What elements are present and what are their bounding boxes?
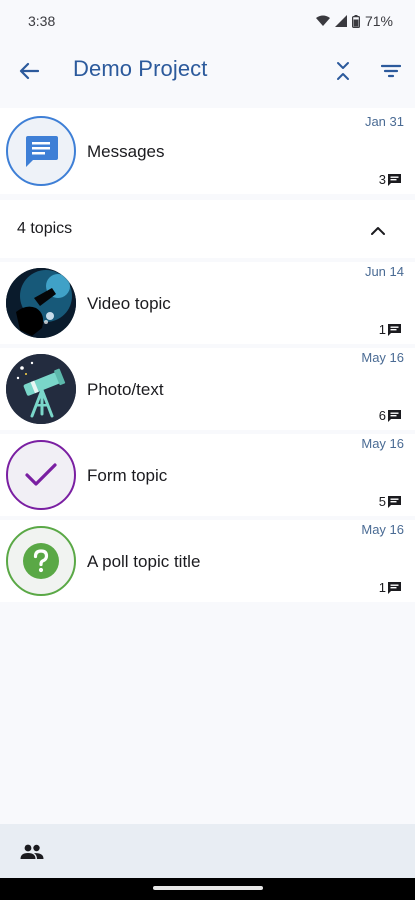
topic-date: May 16	[361, 522, 404, 537]
app-bar: Demo Project	[0, 42, 415, 100]
status-bar: 3:38 71%	[0, 0, 415, 42]
comment-count: 6	[378, 408, 386, 423]
collapse-all-button[interactable]	[328, 56, 358, 86]
page-title: Demo Project	[73, 56, 208, 81]
comment-icon	[388, 581, 401, 594]
status-icons: 71%	[315, 13, 393, 29]
messages-date: Jan 31	[364, 114, 404, 129]
home-gesture-handle[interactable]	[153, 886, 263, 890]
topic-comment-count: 5	[379, 494, 401, 509]
topic-comment-count: 1	[379, 580, 401, 595]
question-icon	[23, 543, 59, 579]
comment-icon	[388, 323, 401, 336]
comment-count: 3	[378, 172, 386, 187]
topics-count-label: 4 topics	[17, 220, 73, 237]
form-topic-avatar	[6, 440, 76, 510]
comment-count: 1	[378, 322, 386, 337]
messages-avatar	[6, 116, 76, 186]
topic-row[interactable]: Photo/text May 16 6	[0, 348, 415, 430]
messages-title: Messages	[87, 142, 165, 161]
telescope-icon	[6, 354, 76, 424]
topic-title: Photo/text	[87, 380, 164, 399]
topic-row[interactable]: A poll topic title May 16 1	[0, 520, 415, 602]
members-button[interactable]	[18, 838, 46, 866]
check-icon	[25, 463, 57, 486]
signal-icon	[334, 15, 347, 27]
messages-comment-count: 3	[379, 172, 401, 187]
filter-icon	[381, 64, 401, 78]
topic-date: May 16	[361, 350, 404, 365]
people-icon	[20, 844, 44, 859]
battery-icon	[351, 14, 360, 28]
status-time: 3:38	[28, 13, 56, 29]
comment-icon	[388, 495, 401, 508]
comment-icon	[388, 173, 401, 186]
topic-row[interactable]: Video topic Jun 14 1	[0, 262, 415, 344]
topic-title: A poll topic title	[87, 552, 201, 571]
wifi-icon	[315, 15, 330, 26]
chat-bubble-icon	[26, 136, 58, 167]
poll-topic-avatar	[6, 526, 76, 596]
video-topic-avatar	[6, 268, 76, 338]
topic-comment-count: 6	[379, 408, 401, 423]
comment-count: 5	[378, 494, 386, 509]
topics-section-header[interactable]: 4 topics	[0, 200, 415, 258]
back-button[interactable]	[14, 56, 44, 86]
topic-date: May 16	[361, 436, 404, 451]
filter-button[interactable]	[376, 56, 406, 86]
chevron-up-icon	[371, 226, 385, 235]
video-thumbnail-icon	[6, 268, 76, 338]
photo-topic-avatar	[6, 354, 76, 424]
comment-count: 1	[378, 580, 386, 595]
bottom-bar	[0, 824, 415, 878]
messages-row[interactable]: Messages Jan 31 3	[0, 108, 415, 194]
comment-icon	[388, 409, 401, 422]
topic-date: Jun 14	[364, 264, 404, 279]
topic-row[interactable]: Form topic May 16 5	[0, 434, 415, 516]
collapse-topics-button[interactable]	[364, 216, 392, 244]
topic-title: Video topic	[87, 294, 171, 313]
unfold-less-icon	[337, 62, 349, 80]
battery-level: 71%	[364, 13, 393, 29]
topic-title: Form topic	[87, 466, 168, 485]
arrow-back-icon	[19, 62, 39, 80]
system-nav-bar	[0, 878, 415, 900]
topic-comment-count: 1	[379, 322, 401, 337]
